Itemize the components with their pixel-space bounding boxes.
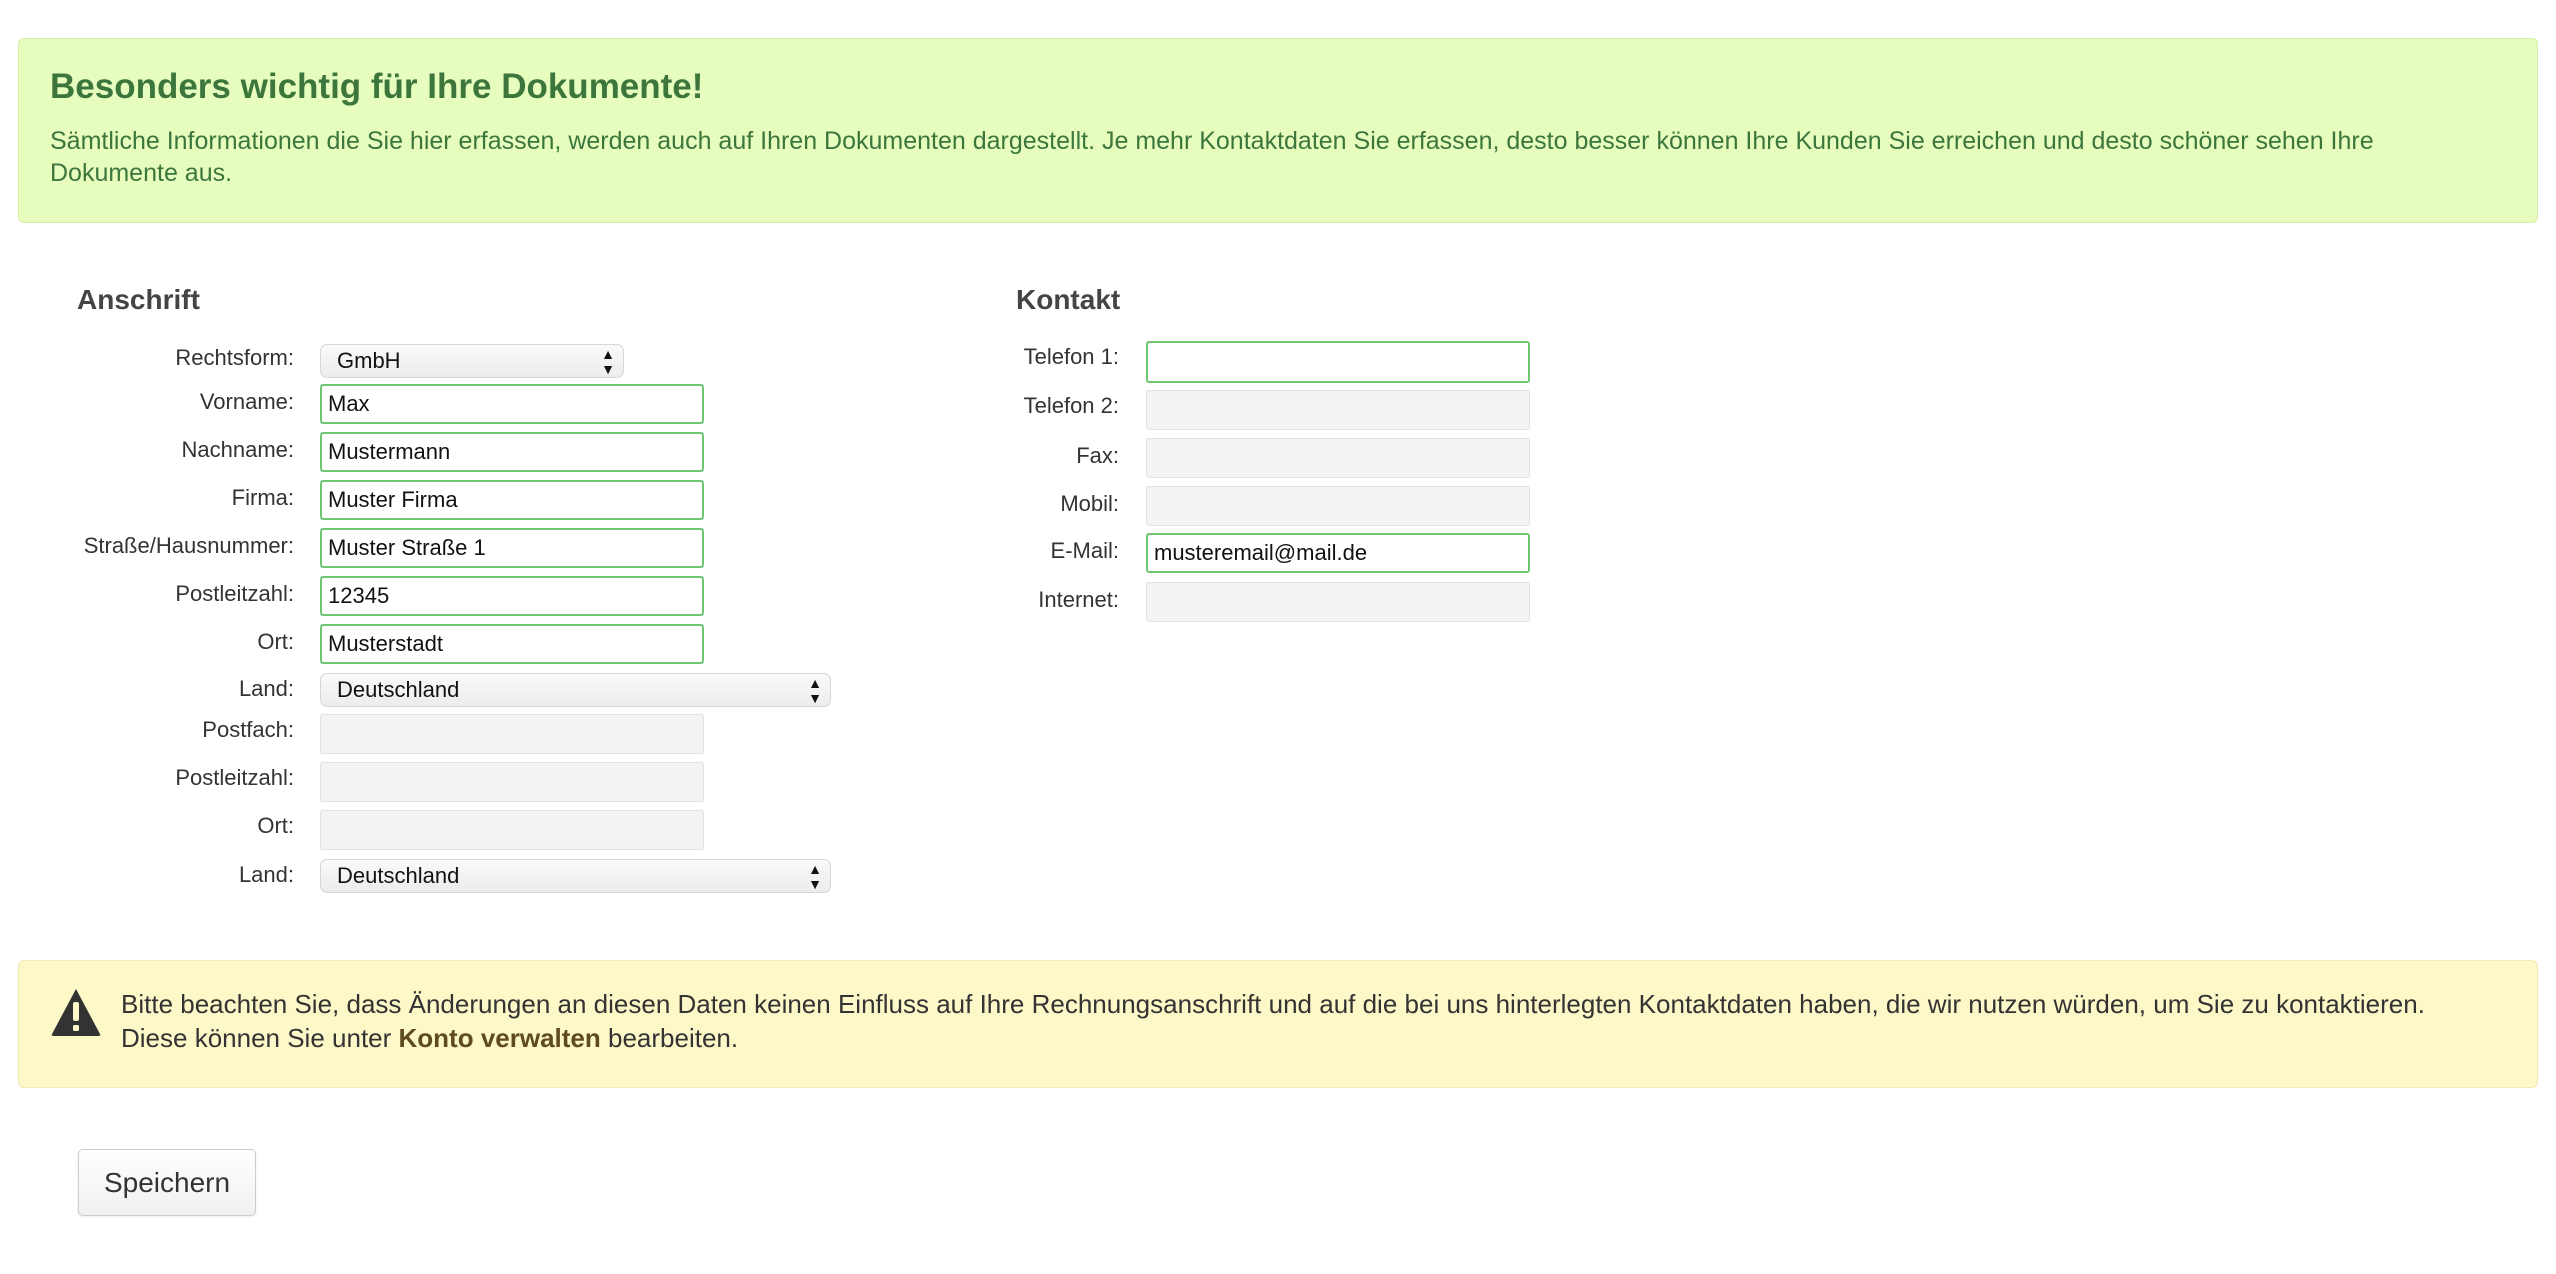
- warning-text: Bitte beachten Sie, dass Änderungen an d…: [121, 987, 2497, 1055]
- telefon1-input[interactable]: [1146, 341, 1530, 383]
- ort-row: Ort:: [0, 624, 900, 664]
- land-row: Land: Deutschland ▲ ▼: [0, 673, 900, 713]
- contact-heading: Kontakt: [1016, 284, 1121, 315]
- select-arrows-icon: ▲ ▼: [808, 675, 822, 706]
- postfach-ort-label: Ort:: [257, 813, 294, 838]
- vorname-input[interactable]: [320, 384, 704, 424]
- mobil-label: Mobil:: [1060, 491, 1119, 516]
- fax-row: Fax:: [1000, 438, 1560, 478]
- warning-alert: Bitte beachten Sie, dass Änderungen an d…: [18, 960, 2538, 1088]
- info-title: Besonders wichtig für Ihre Dokumente!: [50, 67, 704, 106]
- rechtsform-label: Rechtsform:: [175, 345, 294, 370]
- postfach-label: Postfach:: [202, 717, 294, 742]
- firma-input[interactable]: [320, 480, 704, 520]
- land-value: Deutschland: [337, 677, 460, 702]
- postfach-land-row: Land: Deutschland ▲ ▼: [0, 859, 900, 899]
- telefon1-label: Telefon 1:: [1023, 344, 1119, 369]
- postfach-land-value: Deutschland: [337, 863, 460, 888]
- settings-page: Besonders wichtig für Ihre Dokumente! Sä…: [0, 0, 2556, 1274]
- postfach-plz-input[interactable]: [320, 762, 704, 802]
- mobil-input[interactable]: [1146, 486, 1530, 526]
- internet-input[interactable]: [1146, 582, 1530, 622]
- telefon1-row: Telefon 1:: [1000, 341, 1560, 383]
- vorname-row: Vorname:: [0, 384, 900, 424]
- info-alert: Besonders wichtig für Ihre Dokumente! Sä…: [18, 38, 2538, 223]
- nachname-label: Nachname:: [181, 437, 294, 462]
- fax-input[interactable]: [1146, 438, 1530, 478]
- postfach-plz-row: Postleitzahl:: [0, 762, 900, 802]
- rechtsform-row: Rechtsform: GmbH ▲ ▼: [0, 344, 900, 384]
- internet-row: Internet:: [1000, 582, 1560, 622]
- plz-row: Postleitzahl:: [0, 576, 900, 616]
- postfach-row: Postfach:: [0, 714, 900, 754]
- postfach-land-label: Land:: [238, 862, 294, 887]
- vorname-label: Vorname:: [199, 389, 294, 414]
- nachname-row: Nachname:: [0, 432, 900, 472]
- konto-verwalten-link[interactable]: Konto verwalten: [399, 1023, 601, 1053]
- warning-icon: [51, 989, 101, 1036]
- rechtsform-value: GmbH: [337, 348, 401, 373]
- strasse-row: Straße/Hausnummer:: [0, 528, 900, 568]
- strasse-input[interactable]: [320, 528, 704, 568]
- land-select[interactable]: Deutschland ▲ ▼: [320, 673, 831, 707]
- rechtsform-select[interactable]: GmbH ▲ ▼: [320, 344, 624, 378]
- plz-input[interactable]: [320, 576, 704, 616]
- postfach-plz-label: Postleitzahl:: [175, 765, 294, 790]
- telefon2-label: Telefon 2:: [1023, 393, 1119, 418]
- warning-text-after: bearbeiten.: [600, 1023, 739, 1053]
- address-heading: Anschrift: [77, 284, 200, 315]
- info-text: Sämtliche Informationen die Sie hier erf…: [50, 127, 2374, 187]
- telefon2-row: Telefon 2:: [1000, 390, 1560, 430]
- internet-label: Internet:: [1038, 587, 1119, 612]
- postfach-land-select[interactable]: Deutschland ▲ ▼: [320, 859, 831, 893]
- postfach-ort-input[interactable]: [320, 810, 704, 850]
- firma-row: Firma:: [0, 480, 900, 520]
- postfach-ort-row: Ort:: [0, 810, 900, 850]
- email-input[interactable]: [1146, 533, 1530, 573]
- fax-label: Fax:: [1076, 443, 1119, 468]
- postfach-input[interactable]: [320, 714, 704, 754]
- strasse-label: Straße/Hausnummer:: [83, 533, 294, 558]
- ort-input[interactable]: [320, 624, 704, 664]
- ort-label: Ort:: [257, 629, 294, 654]
- telefon2-input[interactable]: [1146, 390, 1530, 430]
- email-row: E-Mail:: [1000, 533, 1560, 573]
- email-label: E-Mail:: [1050, 538, 1119, 563]
- nachname-input[interactable]: [320, 432, 704, 472]
- select-arrows-icon: ▲ ▼: [808, 861, 822, 892]
- mobil-row: Mobil:: [1000, 486, 1560, 526]
- land-label: Land:: [238, 676, 294, 701]
- save-button[interactable]: Speichern: [78, 1149, 256, 1216]
- firma-label: Firma:: [231, 485, 294, 510]
- plz-label: Postleitzahl:: [175, 581, 294, 606]
- select-arrows-icon: ▲ ▼: [601, 346, 615, 377]
